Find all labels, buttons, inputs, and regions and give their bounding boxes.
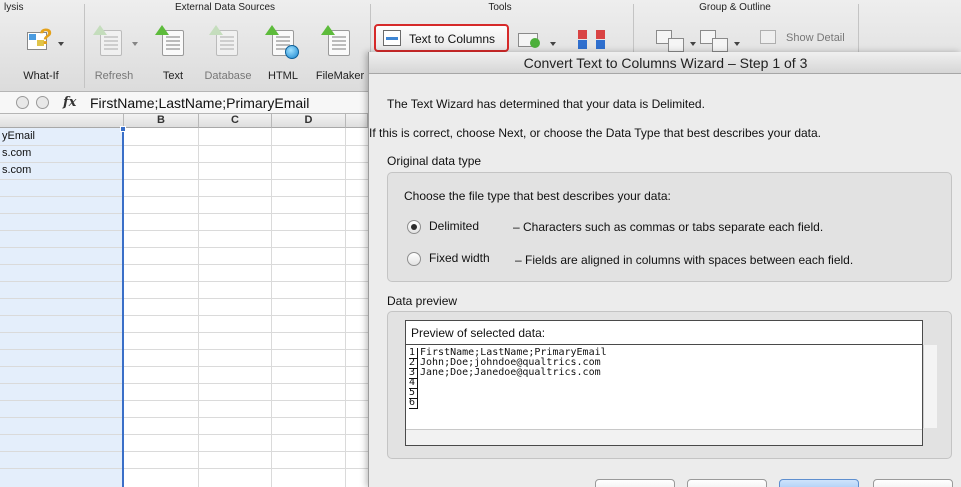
dialog-titlebar[interactable]: Convert Text to Columns Wizard – Step 1 …: [369, 52, 961, 74]
formula-input[interactable]: FirstName;LastName;PrimaryEmail: [90, 95, 309, 111]
column-header-d[interactable]: D: [272, 114, 346, 128]
radio-fixed-width-description: – Fields are aligned in columns with spa…: [515, 253, 854, 267]
column-header-a[interactable]: [0, 114, 124, 128]
preview-horizontal-scrollbar[interactable]: [406, 429, 922, 445]
remove-duplicates-icon-part: [578, 40, 587, 49]
what-if-label: What-If: [23, 70, 59, 82]
dialog-title: Convert Text to Columns Wizard – Step 1 …: [523, 55, 808, 71]
group-title-group-outline: Group & Outline: [699, 2, 771, 13]
chevron-down-icon: [132, 42, 138, 46]
preview-header-text: Preview of selected data:: [411, 326, 546, 340]
column-header-b[interactable]: B: [124, 114, 199, 128]
wizard-intro-2: If this is correct, choose Next, or choo…: [369, 126, 822, 140]
filemaker-label: FileMaker: [315, 70, 365, 82]
cell-a3[interactable]: s.com: [2, 164, 31, 176]
group-title-tools: Tools: [488, 2, 512, 13]
chevron-down-icon: [550, 42, 556, 46]
file-type-prompt: Choose the file type that best describes…: [404, 189, 671, 203]
refresh-label: Refresh: [94, 70, 134, 82]
next-button[interactable]: [779, 479, 859, 487]
database-label: Database: [204, 70, 252, 82]
html-import-label: HTML: [268, 70, 298, 82]
function-icon[interactable]: fx: [63, 95, 76, 110]
back-button[interactable]: [687, 479, 767, 487]
check-icon: [530, 38, 540, 48]
filemaker-icon: [321, 25, 350, 56]
preview-body: 1 FirstName;LastName;PrimaryEmail 2 John;D…: [406, 345, 922, 429]
remove-duplicates-icon-part: [596, 30, 605, 39]
text-to-columns-wizard-dialog: Convert Text to Columns Wizard – Step 1 …: [368, 52, 961, 487]
chevron-down-icon: [690, 42, 696, 46]
group-title-external-data: External Data Sources: [174, 2, 276, 13]
text-to-columns-button[interactable]: Text to Columns: [374, 24, 509, 52]
group-icon-part: [668, 38, 684, 52]
ungroup-icon-part: [712, 38, 728, 52]
cell-a2[interactable]: s.com: [2, 147, 31, 159]
group-separator: [84, 4, 85, 88]
database-icon: [209, 25, 238, 56]
show-detail-label: Show Detail: [786, 32, 845, 44]
selection-handle[interactable]: [120, 126, 126, 132]
chevron-down-icon: [734, 42, 740, 46]
text-file-icon: [155, 25, 184, 56]
refresh-icon: [93, 25, 122, 56]
confirm-formula-icon[interactable]: [36, 96, 49, 109]
text-to-columns-icon: [383, 30, 401, 46]
radio-delimited-description: – Characters such as commas or tabs sepa…: [513, 220, 824, 234]
chevron-down-icon: [58, 42, 64, 46]
group-title-analysis: lysis: [4, 2, 24, 13]
cancel-formula-icon[interactable]: [16, 96, 29, 109]
radio-delimited-circle[interactable]: [407, 220, 421, 234]
selection-border: [122, 128, 124, 487]
column-header-c[interactable]: C: [199, 114, 272, 128]
original-data-type-label: Original data type: [387, 154, 482, 168]
preview-header: Preview of selected data:: [406, 321, 922, 345]
column-header-e[interactable]: [346, 114, 368, 128]
remove-duplicates-icon: [578, 30, 587, 39]
spreadsheet-grid[interactable]: B C D yEmail s.com s.com: [0, 114, 368, 487]
finish-button[interactable]: [873, 479, 953, 487]
preview-line: 6: [409, 398, 420, 409]
text-import-label: Text: [162, 70, 184, 82]
original-data-type-group: Choose the file type that best describes…: [387, 172, 952, 282]
text-to-columns-label: Text to Columns: [409, 32, 496, 46]
wizard-intro-1: The Text Wizard has determined that your…: [387, 97, 705, 111]
radio-fixed-width-label[interactable]: Fixed width: [429, 251, 490, 265]
remove-duplicates-icon-part: [596, 40, 605, 49]
what-if-icon: ?: [27, 24, 53, 52]
cancel-button[interactable]: [595, 479, 675, 487]
show-detail-icon: [760, 30, 776, 44]
formula-bar: fx FirstName;LastName;PrimaryEmail: [0, 92, 368, 114]
html-globe-icon: [265, 25, 299, 59]
cell-a1[interactable]: yEmail: [2, 130, 35, 142]
data-preview-pane[interactable]: Preview of selected data: 1 FirstName;Las…: [405, 320, 923, 446]
preview-line: 3 Jane;Doe;Janedoe@qualtrics.com: [409, 367, 601, 379]
data-preview-label: Data preview: [387, 294, 458, 308]
radio-delimited-label[interactable]: Delimited: [429, 219, 479, 233]
radio-fixed-width-circle[interactable]: [407, 252, 421, 266]
preview-vertical-scrollbar[interactable]: [923, 345, 937, 428]
